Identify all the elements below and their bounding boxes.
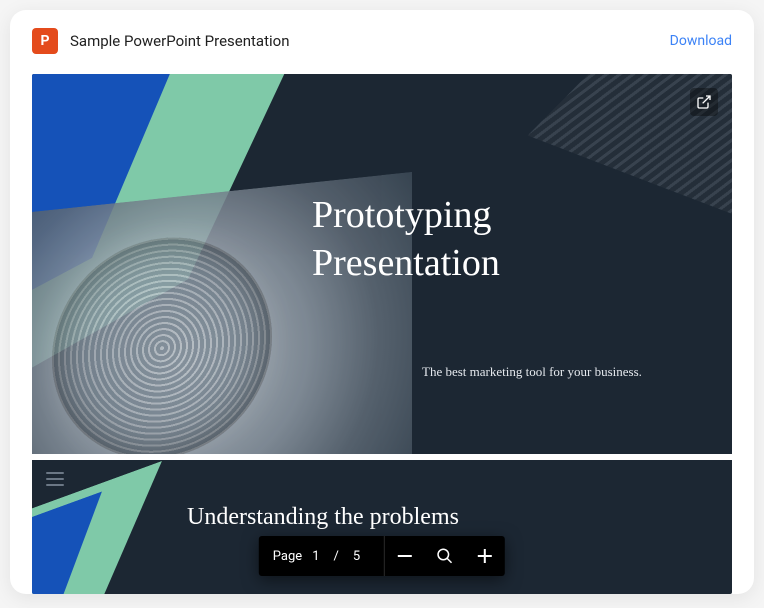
slide-menu-button[interactable] <box>46 472 64 486</box>
zoom-reset-button[interactable] <box>425 536 465 576</box>
page-separator: / <box>330 549 343 564</box>
presentation-viewer-card: P Sample PowerPoint Presentation Downloa… <box>10 10 754 594</box>
open-external-icon <box>696 94 712 110</box>
total-pages: 5 <box>343 549 370 564</box>
minus-icon <box>398 555 412 557</box>
download-link[interactable]: Download <box>670 33 732 49</box>
hamburger-icon <box>46 484 64 486</box>
slide-1: Prototyping Presentation The best market… <box>32 74 732 454</box>
slide-viewport: Prototyping Presentation The best market… <box>32 74 732 594</box>
magnifier-icon <box>436 547 454 565</box>
slide2-title: Understanding the problems <box>187 504 459 531</box>
expand-button[interactable] <box>690 88 718 116</box>
current-page-input[interactable]: 1 <box>302 549 329 564</box>
powerpoint-file-icon: P <box>32 28 58 54</box>
slide1-title: Prototyping Presentation <box>312 192 500 287</box>
hamburger-icon <box>46 472 64 474</box>
slide1-title-line1: Prototyping <box>312 194 491 236</box>
slide1-subtitle: The best marketing tool for your busines… <box>422 364 642 380</box>
header-bar: P Sample PowerPoint Presentation Downloa… <box>10 10 754 66</box>
page-indicator: Page 1 / 5 <box>259 536 384 576</box>
header-left: P Sample PowerPoint Presentation <box>32 28 289 54</box>
page-toolbar: Page 1 / 5 <box>259 536 505 576</box>
zoom-out-button[interactable] <box>385 536 425 576</box>
plus-icon <box>478 549 492 563</box>
zoom-in-button[interactable] <box>465 536 505 576</box>
page-label: Page <box>273 549 302 564</box>
hamburger-icon <box>46 478 64 480</box>
file-title: Sample PowerPoint Presentation <box>70 32 289 50</box>
powerpoint-icon-letter: P <box>40 33 49 49</box>
slide1-title-line2: Presentation <box>312 242 500 284</box>
